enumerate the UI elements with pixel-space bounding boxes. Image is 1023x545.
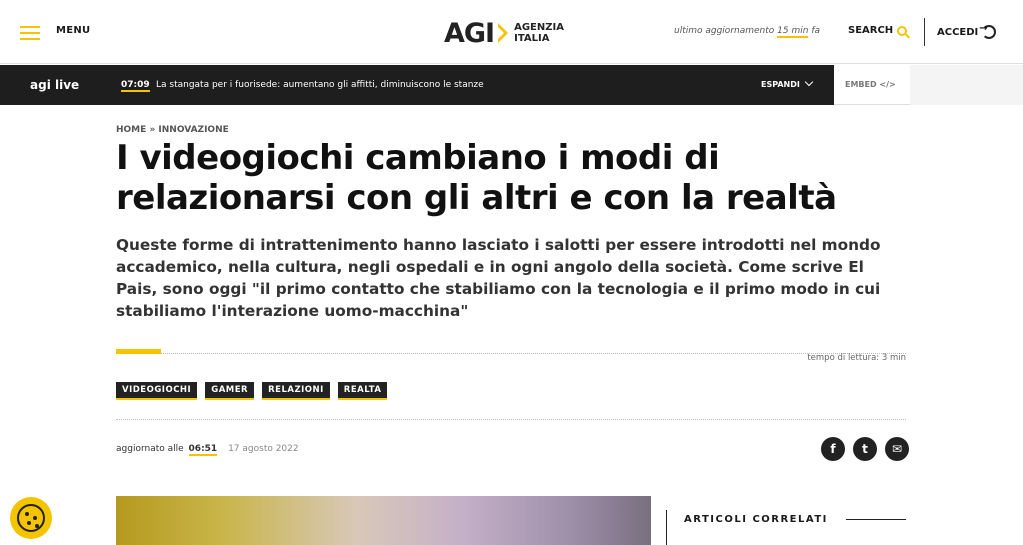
logo-arrow-icon [498, 23, 509, 43]
hero-image [116, 496, 651, 545]
chevron-down-icon [804, 77, 814, 87]
search-button[interactable]: SEARCH [848, 25, 908, 36]
menu-button[interactable]: MENU [56, 25, 90, 36]
live-news-time: 07:09 [121, 80, 150, 92]
tag-videogiochi[interactable]: VIDEOGIOCHI [116, 382, 198, 400]
related-divider [666, 510, 667, 545]
embed-button[interactable]: EMBED </> [845, 80, 896, 89]
logo-wordmark: AGI [444, 17, 495, 49]
hamburger-menu-icon[interactable] [20, 26, 40, 40]
reading-progress-fill [116, 349, 162, 354]
breadcrumb: HOME » INNOVAZIONE [116, 125, 229, 135]
tag-realta[interactable]: REALTA [337, 382, 388, 400]
livebar-right-panel [910, 65, 1023, 105]
breadcrumb-separator: » [149, 125, 156, 135]
header-divider [924, 18, 925, 46]
search-icon [897, 25, 908, 36]
divider [116, 419, 906, 420]
expand-label: ESPANDI [761, 80, 800, 89]
live-label: agi live [30, 78, 80, 92]
site-header: MENU AGI AGENZIA ITALIA ultimo aggiornam… [0, 0, 1023, 64]
tag-relazioni[interactable]: RELAZIONI [262, 382, 330, 400]
facebook-icon[interactable]: f [821, 437, 845, 461]
article-subtitle: Queste forme di intrattenimento hanno la… [116, 236, 881, 320]
reading-progress-bar [116, 349, 906, 354]
updated-time: 06:51 [188, 444, 218, 456]
logo-subtitle: AGENZIA ITALIA [514, 22, 564, 44]
related-rule [846, 519, 906, 520]
cookie-settings-button[interactable] [10, 497, 52, 539]
tag-list: VIDEOGIOCHI GAMER RELAZIONI REALTA [116, 382, 388, 400]
updated-info: aggiornato alle 06:51 17 agosto 2022 [116, 444, 299, 456]
logo-line-2: ITALIA [514, 33, 550, 44]
updated-date: 17 agosto 2022 [228, 444, 299, 454]
article-title: I videogiochi cambiano i modi di relazio… [116, 138, 837, 218]
update-value: 15 min [777, 26, 809, 38]
login-icon [979, 23, 997, 39]
tag-gamer[interactable]: GAMER [205, 382, 255, 400]
breadcrumb-innovazione[interactable]: INNOVAZIONE [158, 125, 228, 135]
email-icon[interactable]: ✉ [885, 437, 909, 461]
logo-line-1: AGENZIA [514, 22, 564, 33]
search-label: SEARCH [848, 25, 894, 36]
updated-prefix: aggiornato alle [116, 444, 184, 454]
twitter-icon[interactable]: t [853, 437, 877, 461]
reading-time: tempo di lettura: 3 min [807, 353, 906, 363]
login-button[interactable]: ACCEDI [937, 23, 997, 39]
update-prefix: ultimo aggiornamento [674, 26, 775, 36]
related-articles-title: ARTICOLI CORRELATI [684, 514, 828, 525]
update-suffix: fa [811, 26, 821, 36]
cookie-icon [17, 504, 45, 532]
share-buttons: f t ✉ [821, 437, 909, 461]
live-news-headline[interactable]: La stangata per i fuorisede: aumentano g… [156, 80, 484, 90]
last-update-info: ultimo aggiornamento 15 min fa [674, 26, 821, 38]
expand-button[interactable]: ESPANDI [761, 77, 814, 89]
agi-logo[interactable]: AGI AGENZIA ITALIA [444, 17, 564, 49]
login-label: ACCEDI [937, 26, 979, 38]
agi-live-bar: agi live 07:09 La stangata per i fuorise… [0, 65, 910, 105]
breadcrumb-home[interactable]: HOME [116, 125, 146, 135]
